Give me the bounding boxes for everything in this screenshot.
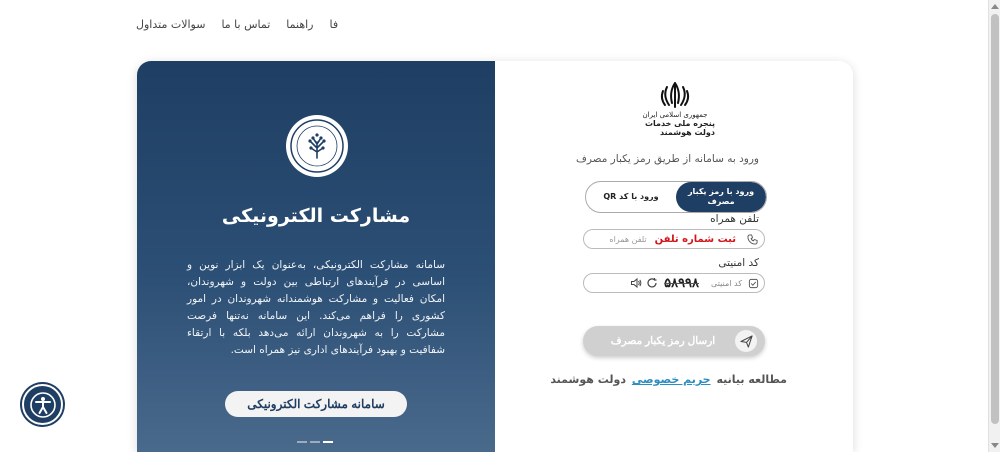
iran-logo: جمهوری اسلامی ایران پنجره ملی خدمات دولت… [635,81,715,137]
scroll-thumb[interactable] [991,14,999,424]
iran-emblem-icon [660,82,690,108]
accessibility-icon [29,391,56,418]
phone-hint: ثبت شماره تلفن [654,233,736,245]
e-participation-emblem-icon [286,115,348,177]
captcha-label: کد امنیتی [718,257,759,269]
slider-dot[interactable] [310,441,320,443]
captcha-placeholder: کد امنیتی [711,278,742,288]
phone-placeholder: تلفن همراه [609,234,647,244]
refresh-icon[interactable] [646,277,658,289]
send-otp-label: ارسال رمز یکبار مصرف [610,335,716,347]
tab-qr-login[interactable]: ورود با کد QR [586,182,676,212]
login-form-panel: جمهوری اسلامی ایران پنجره ملی خدمات دولت… [495,61,853,452]
privacy-link[interactable]: حریم خصوصی [632,373,711,386]
nav-contact[interactable]: تماس با ما [221,18,270,31]
login-card: مشارکت الکترونیکی سامانه مشارکت الکترونی… [137,61,853,452]
scroll-up-icon[interactable] [991,4,999,9]
send-icon [735,330,757,352]
privacy-suffix: دولت هوشمند [550,373,626,386]
nav-guide[interactable]: راهنما [286,18,313,31]
page-scrollbar[interactable] [988,0,1000,452]
login-method-tabs: ورود با رمز یکبار مصرف ورود با کد QR [585,181,767,213]
slider-dots [297,441,333,443]
slider-dot[interactable] [297,441,307,443]
privacy-statement: مطالعه بیانیه حریم خصوصی دولت هوشمند [550,373,787,386]
captcha-input[interactable]: کد امنیتی ۵۸۹۹۸ [583,273,765,293]
accessibility-button[interactable] [22,384,63,425]
e-participation-button[interactable]: سامانه مشارکت الکترونیکی [225,391,407,417]
phone-label: تلفن همراه [710,213,759,225]
captcha-image: ۵۸۹۹۸ [664,275,700,291]
phone-icon [746,233,758,245]
phone-input[interactable]: ثبت شماره تلفن تلفن همراه [583,229,765,249]
logo-country-text: جمهوری اسلامی ایران [642,111,708,119]
shield-check-icon [747,277,759,289]
panel-title: مشارکت الکترونیکی [221,205,411,227]
info-slider-panel: مشارکت الکترونیکی سامانه مشارکت الکترونی… [137,61,495,452]
logo-portal-text: پنجره ملی خدمات دولت هوشمند [645,119,715,137]
audio-icon[interactable] [630,277,642,289]
panel-description: سامانه مشارکت الکترونیکی، به‌عنوان یک اب… [187,259,445,356]
nav-faq[interactable]: سوالات متداول [136,18,205,31]
nav-language[interactable]: فا [330,18,339,31]
slider-dot-active[interactable] [323,441,333,443]
top-navigation: سوالات متداول تماس با ما راهنما فا [136,18,338,31]
tab-otp-login[interactable]: ورود با رمز یکبار مصرف [676,182,766,212]
send-otp-button[interactable]: ارسال رمز یکبار مصرف [583,326,765,356]
scroll-down-icon[interactable] [991,443,999,448]
login-subtitle: ورود به سامانه از طریق رمز یکبار مصرف [575,153,759,165]
privacy-prefix: مطالعه بیانیه [716,373,787,386]
